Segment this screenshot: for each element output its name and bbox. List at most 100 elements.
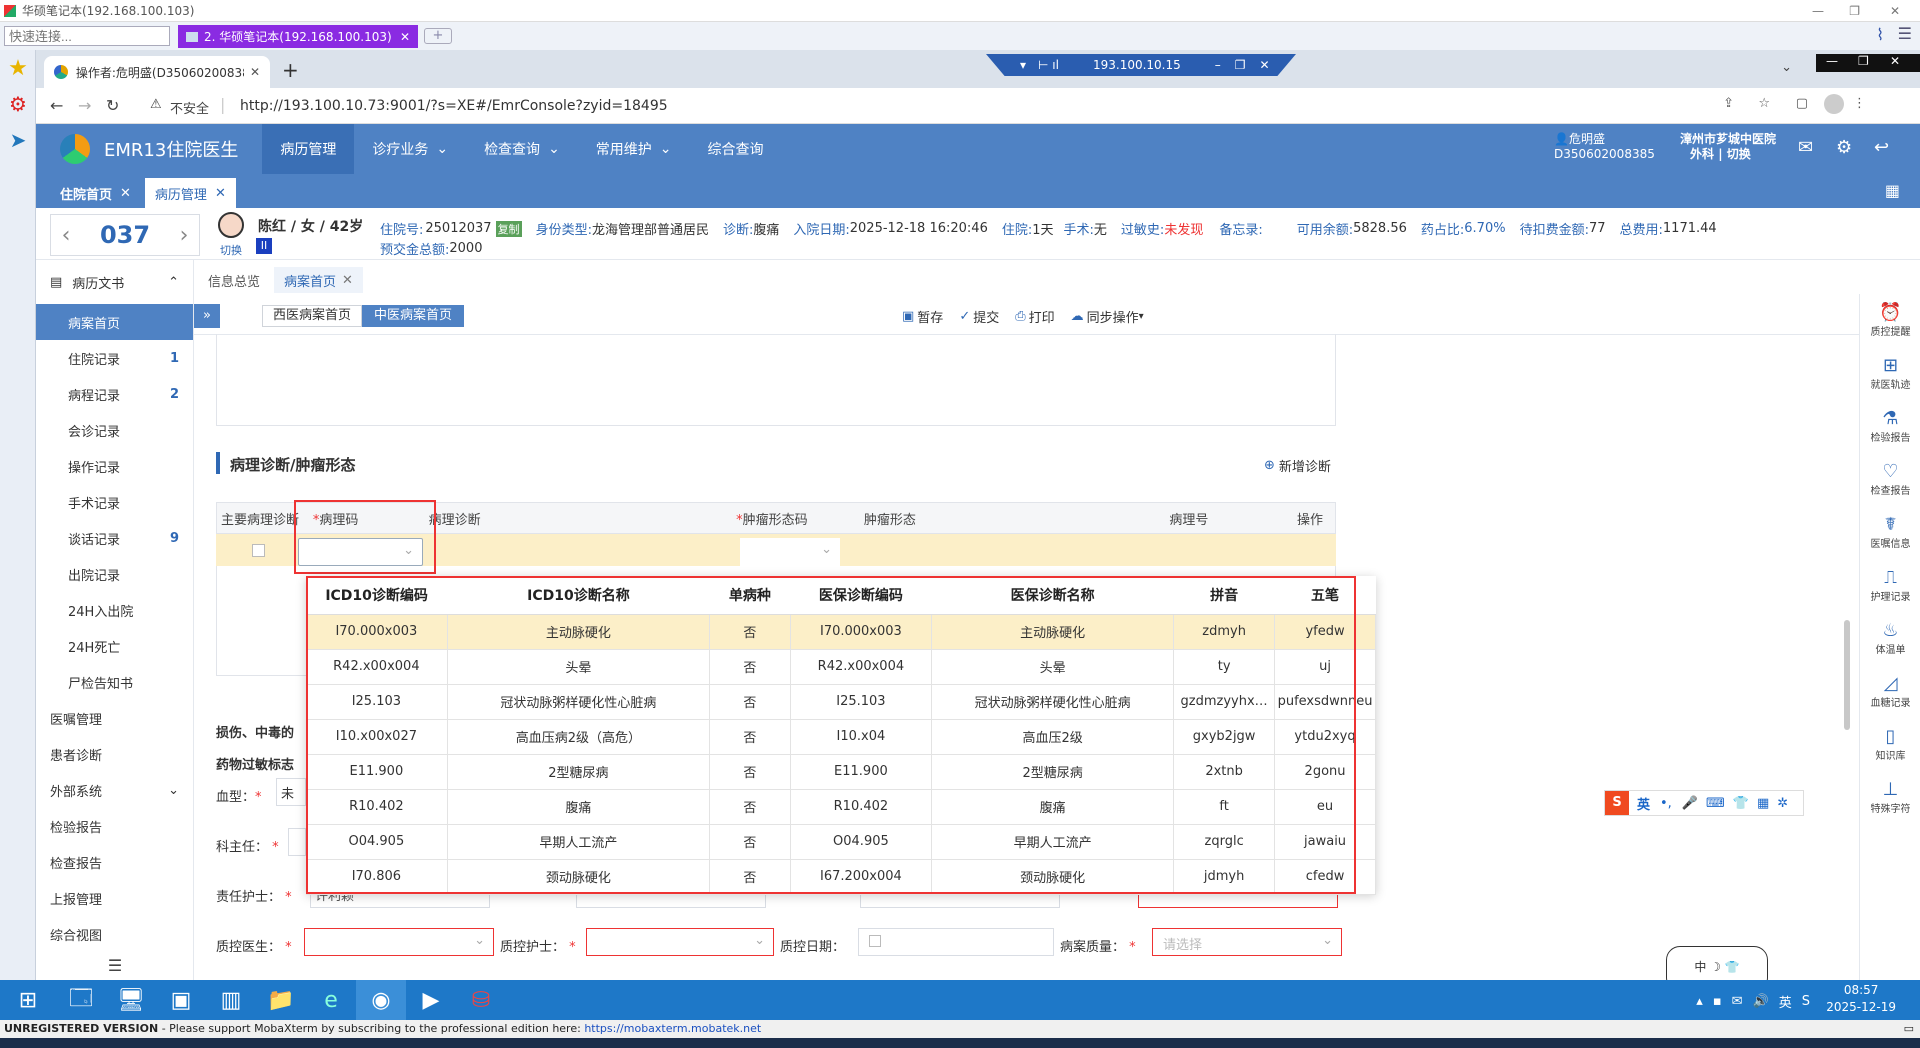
collapse-icon[interactable]: ☰ <box>36 952 194 978</box>
share-icon[interactable]: ⇪ <box>1723 96 1734 111</box>
star-icon[interactable]: ★ <box>0 50 36 86</box>
ime-mode[interactable]: 英 <box>1637 794 1650 813</box>
sidebar-item[interactable]: 谈话记录 9 <box>36 520 193 556</box>
avatar[interactable] <box>218 212 244 238</box>
ie-icon[interactable]: e <box>306 980 356 1020</box>
restore-icon[interactable]: ❐ <box>1235 58 1246 72</box>
close-icon[interactable]: ✕ <box>120 186 131 201</box>
memo-link[interactable]: 备忘录: <box>1219 219 1262 238</box>
save-draft-button[interactable]: 暂存 <box>917 307 943 326</box>
rightbar-item[interactable]: ♡ 检查报告 <box>1860 453 1920 506</box>
expand-icon[interactable]: » <box>194 304 220 328</box>
sidebar-item[interactable]: 病程记录 2 <box>36 376 193 412</box>
warning-icon[interactable]: ⚠ <box>150 97 162 112</box>
minimize-icon[interactable]: — <box>1826 54 1838 68</box>
url-field[interactable]: http://193.100.10.73:9001/?s=XE#/EmrCons… <box>240 98 668 114</box>
tumor-code-select[interactable]: ⌄ <box>740 538 840 566</box>
mic-icon[interactable]: 🎤 <box>1682 796 1698 811</box>
sidebar-item[interactable]: 24H死亡 <box>36 628 193 664</box>
reload-icon[interactable]: ↻ <box>106 96 119 115</box>
chevron-down-icon[interactable]: ⌄ <box>1781 60 1792 75</box>
text-area[interactable] <box>216 334 1336 426</box>
rightbar-item[interactable]: ☤ 医嘱信息 <box>1860 506 1920 559</box>
app-icon[interactable]: ▥ <box>206 980 256 1020</box>
network-icon[interactable]: 🖥 <box>106 980 156 1020</box>
nav-query[interactable]: 检查查询 ⌄ <box>466 124 578 174</box>
primary-checkbox[interactable] <box>252 544 265 557</box>
nav-clinical[interactable]: 诊疗业务 ⌄ <box>354 124 466 174</box>
sidebar-item-external[interactable]: 外部系统 ⌄ <box>36 772 193 808</box>
print-button[interactable]: 打印 <box>1029 307 1055 326</box>
punct-icon[interactable]: •, <box>1660 796 1672 811</box>
sidebar-item-overview[interactable]: 综合视图 <box>36 916 193 952</box>
mail-icon[interactable]: ✉ <box>1798 137 1813 158</box>
sidebar-item[interactable]: 住院记录 1 <box>36 340 193 376</box>
quick-connect-input[interactable] <box>4 26 170 46</box>
tab-info-overview[interactable]: 信息总览 <box>194 271 274 290</box>
sidebar-item[interactable]: 24H入出院 <box>36 592 193 628</box>
minimize-icon[interactable]: – <box>1215 58 1221 72</box>
sidebar-item[interactable]: 尸检告知书 <box>36 664 193 700</box>
sidebar-item-orders[interactable]: 医嘱管理 <box>36 700 193 736</box>
rightbar-item[interactable]: ▯ 知识库 <box>1860 718 1920 771</box>
send-icon[interactable]: ➤ <box>0 122 36 158</box>
case-quality-select[interactable]: 请选择 ⌄ <box>1152 928 1342 956</box>
blood-type-select[interactable]: 未 <box>276 778 306 806</box>
close-icon[interactable]: ✕ <box>1890 0 1900 22</box>
copy-badge[interactable]: 复制 <box>495 220 522 237</box>
restore-icon[interactable]: ❐ <box>1849 0 1860 22</box>
menu-icon[interactable]: ☰ <box>1898 24 1912 43</box>
tab-case-front[interactable]: 病案首页 ✕ <box>274 267 363 293</box>
sidebar-item-lab[interactable]: 检验报告 <box>36 808 193 844</box>
session-tab[interactable]: 2. 华硕笔记本(192.168.100.103) ✕ <box>178 25 418 48</box>
rightbar-item[interactable]: ⏰ 质控提醒 <box>1860 294 1920 347</box>
sidebar-section-docs[interactable]: ▤ 病历文书 ⌃ <box>36 260 193 304</box>
paperclip-icon[interactable]: ⌇ <box>1876 25 1884 44</box>
close-icon[interactable]: ✕ <box>250 65 260 79</box>
sidebar-item[interactable]: 出院记录 <box>36 556 193 592</box>
switch-dept-link[interactable]: 切换 <box>1727 147 1751 161</box>
database-icon[interactable]: ⛁ <box>456 980 506 1020</box>
rightbar-item[interactable]: ⚗ 检验报告 <box>1860 400 1920 453</box>
language-indicator[interactable]: 英 <box>1779 992 1792 1011</box>
keyboard-icon[interactable]: ⌨ <box>1706 796 1725 811</box>
nav-overview[interactable]: 综合查询 <box>690 124 782 174</box>
sidebar-item[interactable]: 手术记录 <box>36 484 193 520</box>
next-bed-icon[interactable]: › <box>169 223 199 248</box>
qc-date-input[interactable] <box>858 928 1054 956</box>
settings-icon[interactable]: ✲ <box>1777 796 1788 811</box>
more-icon[interactable]: ⋮ <box>1853 96 1866 111</box>
add-diagnosis-button[interactable]: ⊕ 新增诊断 <box>1264 456 1331 475</box>
folder-icon[interactable]: 🗔 <box>56 980 106 1020</box>
chrome-icon[interactable]: ◉ <box>356 980 406 1020</box>
tab-records[interactable]: 病历管理 ✕ <box>144 178 236 208</box>
profile-icon[interactable] <box>1824 94 1844 114</box>
tray-icon[interactable]: ✉ <box>1732 994 1743 1009</box>
minimize-icon[interactable]: — <box>1812 0 1824 22</box>
tray-icon[interactable]: ▴ <box>1696 994 1703 1009</box>
new-tab-button[interactable]: + <box>424 28 452 44</box>
terminal-icon[interactable]: ▶ <box>406 980 456 1020</box>
grid-icon[interactable]: ▦ <box>1885 181 1900 200</box>
sidebar-item-exam[interactable]: 检查报告 <box>36 844 193 880</box>
sogou-tray-icon[interactable]: S <box>1802 994 1810 1009</box>
new-tab-icon[interactable]: + <box>282 58 299 82</box>
app-icon[interactable]: ▣ <box>156 980 206 1020</box>
close-icon[interactable]: ✕ <box>1260 58 1270 72</box>
avatar-switch[interactable]: 切换 <box>220 242 242 258</box>
tab-home[interactable]: 住院首页 ✕ <box>50 178 141 208</box>
qc-nurse-select[interactable]: ⌄ <box>586 928 774 956</box>
pin-icon[interactable]: ▾ <box>1020 58 1026 72</box>
sidebar-item-diagnosis[interactable]: 患者诊断 <box>36 736 193 772</box>
tray-icon[interactable]: ▪ <box>1713 994 1722 1009</box>
logout-icon[interactable]: ↩ <box>1874 137 1889 158</box>
sidebar-item[interactable]: 会诊记录 <box>36 412 193 448</box>
sidebar-item[interactable]: 操作记录 <box>36 448 193 484</box>
prev-bed-icon[interactable]: ‹ <box>51 223 81 248</box>
rightbar-item[interactable]: ◿ 血糖记录 <box>1860 665 1920 718</box>
insecure-label[interactable]: 不安全 <box>170 98 209 117</box>
forward-icon[interactable]: → <box>78 96 91 115</box>
close-icon[interactable]: ✕ <box>215 186 226 201</box>
rightbar-item[interactable]: ♨ 体温单 <box>1860 612 1920 665</box>
sidebar-item[interactable]: 病案首页 <box>36 304 193 340</box>
